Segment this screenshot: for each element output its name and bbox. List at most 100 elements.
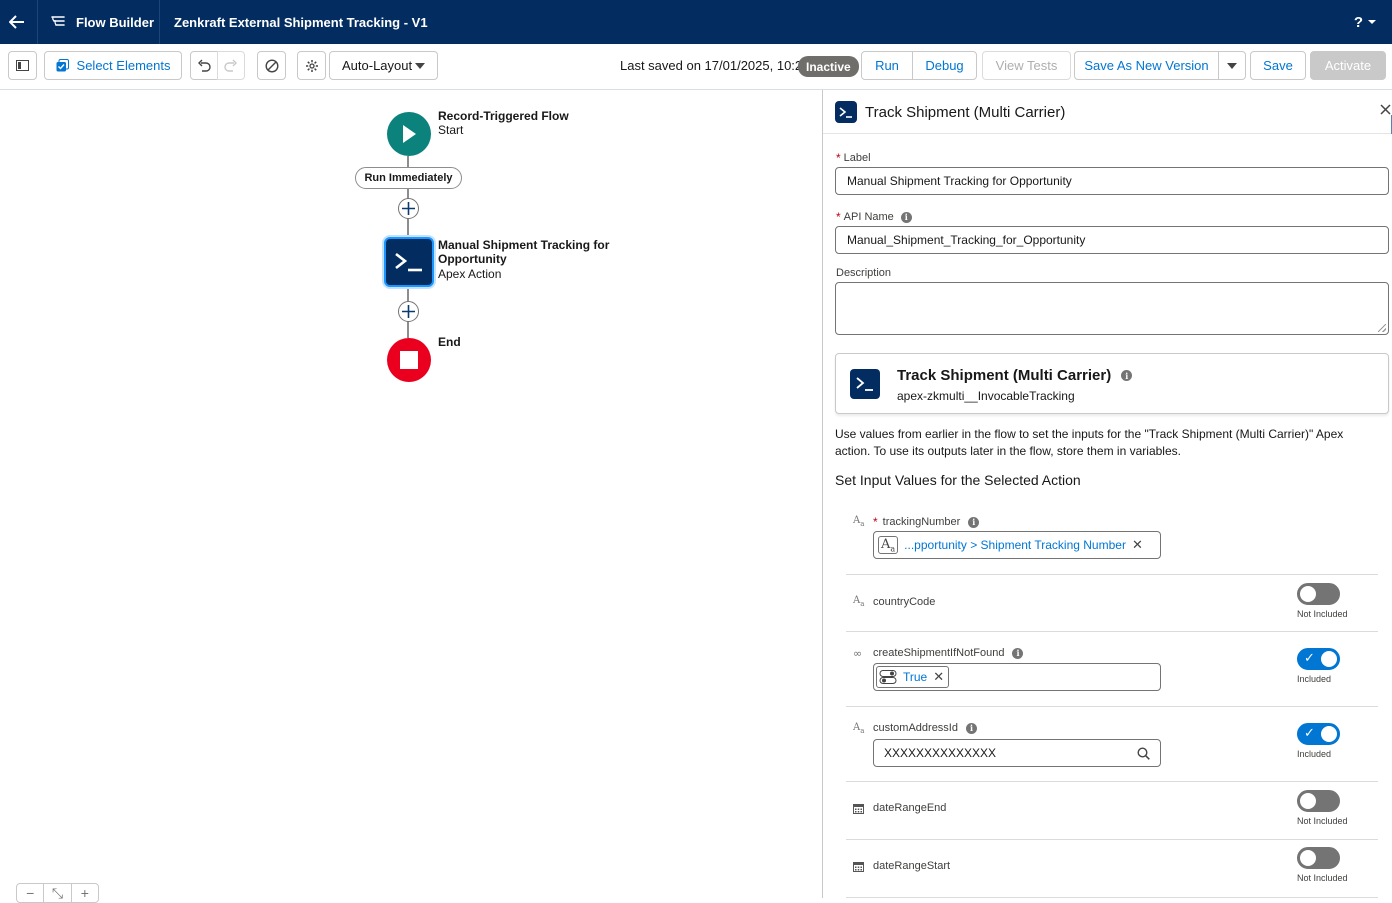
property-editor-panel: Track Shipment (Multi Carrier) * Label M…: [822, 90, 1392, 898]
apex-action-node[interactable]: [384, 237, 434, 287]
action-card: Track Shipment (Multi Carrier) i apex-zk…: [835, 353, 1389, 414]
start-node[interactable]: [387, 112, 431, 156]
custom-address-value: XXXXXXXXXXXXXX: [884, 746, 997, 760]
custom-address-input[interactable]: XXXXXXXXXXXXXX: [873, 739, 1161, 767]
action-node-title: Manual Shipment Tracking for Opportunity: [438, 238, 609, 266]
flow-title: Zenkraft External Shipment Tracking - V1: [174, 14, 428, 30]
chevron-down-icon: [1227, 62, 1237, 69]
resource-pill[interactable]: True ✕: [876, 666, 950, 688]
param-row-trackingNumber: Aa * trackingNumber i Aa ...pportunity >…: [846, 500, 1378, 575]
section-title: Set Input Values for the Selected Action: [835, 472, 1081, 488]
text-type-icon: Aa: [853, 595, 865, 608]
required-indicator: *: [836, 210, 841, 224]
include-toggle[interactable]: [1297, 790, 1340, 812]
remove-icon[interactable]: ✕: [1132, 537, 1143, 553]
undo-button[interactable]: [190, 51, 218, 80]
text-type-icon: Aa: [878, 535, 899, 555]
toggle-label: Not Included: [1297, 873, 1348, 883]
resource-pill[interactable]: Aa ...pportunity > Shipment Tracking Num…: [876, 534, 1147, 556]
param-row-dateRangeEnd: dateRangeEnd Not Included: [846, 782, 1378, 840]
back-arrow-icon: [8, 15, 24, 29]
add-element-button[interactable]: [398, 198, 419, 219]
select-elements-button[interactable]: Select Elements: [44, 51, 182, 80]
resize-handle[interactable]: [1378, 324, 1386, 332]
redo-button[interactable]: [217, 51, 245, 80]
create-shipment-input[interactable]: True ✕: [873, 663, 1161, 691]
param-name: * trackingNumber i: [873, 515, 980, 529]
toggle-panel-button[interactable]: [8, 51, 37, 80]
required-indicator: *: [836, 151, 841, 165]
toggle-type-icon: [879, 670, 897, 684]
search-icon: [1137, 746, 1150, 760]
layout-mode-select[interactable]: Auto-Layout: [329, 51, 438, 80]
help-menu-button[interactable]: ?: [1354, 0, 1376, 44]
end-node[interactable]: [387, 338, 431, 382]
param-name-text: dateRangeStart: [873, 860, 951, 872]
param-name-text: dateRangeEnd: [873, 802, 947, 814]
activate-button[interactable]: Activate: [1310, 51, 1386, 80]
back-button[interactable]: [0, 0, 33, 44]
toggle-label: Not Included: [1297, 816, 1348, 826]
apex-icon: [395, 252, 422, 272]
required-indicator: *: [873, 515, 878, 529]
toolbar: Select Elements Auto-Layout Last saved o…: [0, 44, 1392, 90]
info-icon[interactable]: i: [900, 211, 912, 223]
fit-view-button[interactable]: ⤡: [44, 884, 72, 902]
save-as-new-version-button[interactable]: Save As New Version: [1074, 51, 1219, 80]
remove-icon[interactable]: ✕: [933, 669, 944, 685]
help-text: Use values from earlier in the flow to s…: [835, 427, 1344, 458]
toggle-label: Not Included: [1297, 609, 1348, 619]
zoom-controls: − ⤡ +: [16, 883, 99, 903]
settings-button[interactable]: [297, 51, 326, 80]
api-name-input[interactable]: Manual_Shipment_Tracking_for_Opportunity: [835, 226, 1389, 254]
zoom-in-button[interactable]: +: [72, 884, 98, 902]
header-divider: [37, 0, 38, 44]
run-button[interactable]: Run: [861, 51, 913, 80]
flow-canvas[interactable]: Record-Triggered Flow Start Run Immediat…: [0, 90, 822, 903]
include-toggle[interactable]: ✓: [1297, 648, 1340, 670]
end-node-title: End: [438, 335, 461, 349]
panel-left-icon: [16, 60, 29, 71]
chevron-down-icon: [415, 62, 425, 69]
action-node-title-line2: Opportunity: [438, 252, 507, 266]
multi-select-icon: [56, 59, 69, 72]
toggle-knob: [1300, 586, 1316, 602]
check-errors-button[interactable]: [257, 51, 286, 80]
run-immediately-path[interactable]: Run Immediately: [355, 167, 462, 189]
toggle-knob: [1321, 726, 1337, 742]
status-badge: Inactive: [798, 56, 859, 77]
label-input[interactable]: Manual Shipment Tracking for Opportunity: [835, 167, 1389, 195]
include-toggle[interactable]: [1297, 847, 1340, 869]
include-toggle[interactable]: ✓: [1297, 723, 1340, 745]
api-name-field-label: * API Name i: [836, 210, 912, 224]
description-textarea[interactable]: [835, 282, 1389, 335]
save-options-button[interactable]: [1218, 51, 1246, 80]
param-name-text: trackingNumber: [882, 516, 961, 528]
zoom-out-button[interactable]: −: [17, 884, 45, 902]
info-icon[interactable]: i: [965, 722, 977, 734]
debug-button[interactable]: Debug: [912, 51, 977, 80]
header-divider: [159, 0, 160, 44]
check-icon: ✓: [1304, 650, 1315, 665]
param-name-text: countryCode: [873, 596, 936, 608]
description-field-label: Description: [836, 267, 892, 279]
action-card-title: Track Shipment (Multi Carrier) i: [897, 367, 1133, 384]
add-element-button[interactable]: [398, 301, 419, 322]
info-icon[interactable]: i: [1012, 647, 1024, 659]
stop-icon: [400, 351, 418, 369]
action-node-title-line1: Manual Shipment Tracking for: [438, 238, 610, 252]
global-header: Flow Builder Zenkraft External Shipment …: [0, 0, 1392, 44]
view-tests-button[interactable]: View Tests: [982, 51, 1071, 80]
tracking-number-input[interactable]: Aa ...pportunity > Shipment Tracking Num…: [873, 531, 1161, 559]
layout-mode-value: Auto-Layout: [342, 58, 413, 73]
save-button[interactable]: Save: [1250, 51, 1306, 80]
text-type-icon: Aa: [853, 515, 865, 528]
info-icon[interactable]: i: [1121, 370, 1133, 381]
close-icon: [1380, 104, 1391, 115]
undo-icon: [198, 59, 211, 72]
app-name: Flow Builder: [76, 14, 154, 30]
include-toggle[interactable]: [1297, 583, 1340, 605]
info-icon[interactable]: i: [968, 516, 980, 528]
close-panel-button[interactable]: [1380, 102, 1391, 120]
label-field-text: Label: [843, 152, 871, 164]
